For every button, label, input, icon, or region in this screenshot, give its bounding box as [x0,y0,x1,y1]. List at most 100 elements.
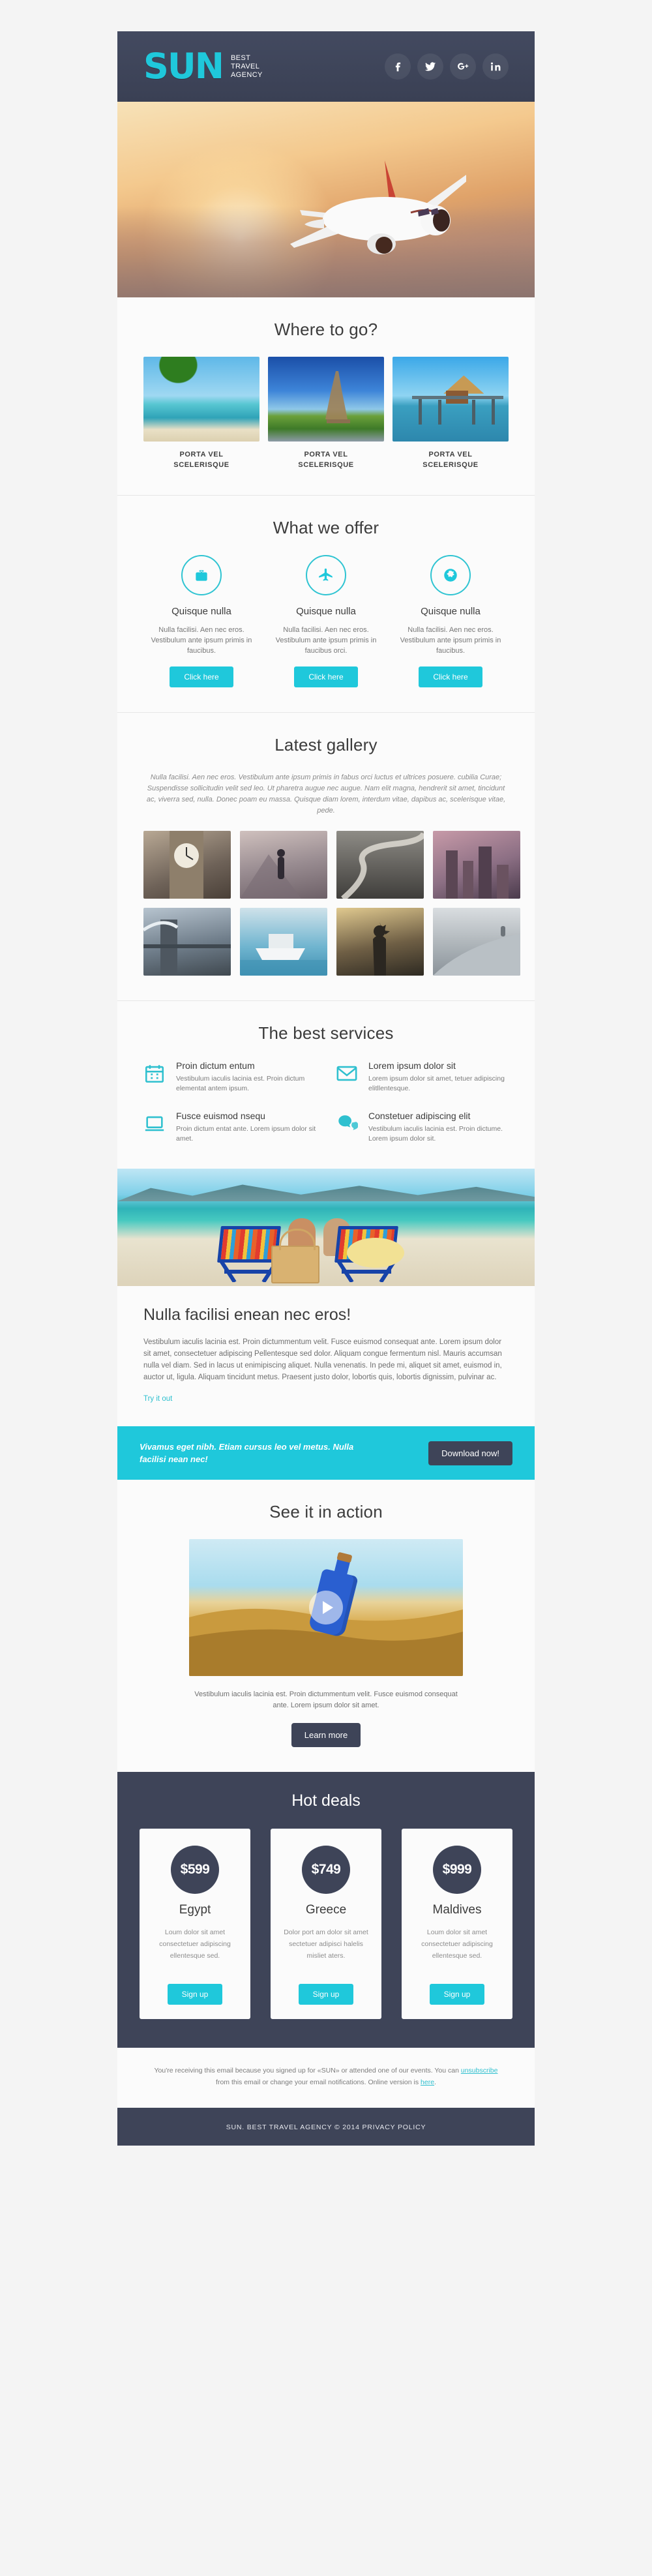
linkedin-icon[interactable] [482,53,509,80]
gallery-thumb-mountain-road[interactable] [336,831,424,899]
gallery-thumb-hiker[interactable] [240,831,327,899]
destination-card[interactable]: PORTA VEL SCELERISQUE [393,357,509,470]
deal-card: $599 Egypt Loum dolor sit amet consectet… [140,1829,250,2019]
globe-icon [430,555,471,595]
brand-logo[interactable]: SUN BEST TRAVEL AGENCY [143,49,263,84]
calendar-icon [143,1060,167,1094]
facebook-icon[interactable] [385,53,411,80]
video-wrapper: Vestibulum iaculis lacinia est. Proin di… [189,1539,463,1747]
try-it-out-link[interactable]: Try it out [143,1395,172,1403]
google-plus-icon[interactable] [450,53,476,80]
caption-line-1: PORTA VEL [428,451,473,458]
laptop-icon [143,1111,167,1144]
gallery-thumb-statue-of-liberty[interactable] [336,908,424,976]
tagline-line-2: TRAVEL [230,62,260,70]
latest-gallery-section: Latest gallery Nulla facilisi. Aen nec e… [117,712,535,1000]
email-body: SUN BEST TRAVEL AGENCY Where to go? PORT… [117,31,535,2146]
hero-image [117,102,535,297]
gallery-thumb-tower-bridge[interactable] [143,908,231,976]
logo-tagline: BEST TRAVEL AGENCY [231,54,263,80]
cta-banner: Vivamus eget nibh. Etiam cursus leo vel … [117,1426,535,1480]
service-text: Lorem ipsum dolor sit amet, tetuer adipi… [368,1075,505,1092]
destination-card[interactable]: PORTA VEL SCELERISQUE [143,357,259,470]
offer-click-here-button[interactable]: Click here [419,666,482,687]
best-services-section: The best services Proin dictum entum Ves… [117,1000,535,1169]
email-header: SUN BEST TRAVEL AGENCY [117,31,535,102]
gallery-thumb-snow-dune[interactable] [433,908,520,976]
deal-sign-up-button[interactable]: Sign up [429,1984,485,2005]
article-hero-image [117,1169,535,1286]
deal-country: Greece [305,1903,347,1917]
envelope-icon [336,1060,359,1094]
services-grid: Proin dictum entum Vestibulum iaculis la… [143,1060,509,1144]
see-it-in-action-section: See it in action Vestibulum iaculis laci… [117,1480,535,1772]
cta-text: Vivamus eget nibh. Etiam cursus leo vel … [140,1442,354,1464]
caption-line-1: PORTA VEL [179,451,224,458]
play-icon[interactable] [309,1591,343,1625]
article-body: Vestibulum iaculis lacinia est. Proin di… [143,1338,502,1381]
gallery-grid [143,831,520,976]
unsubscribe-link[interactable]: unsubscribe [461,2067,498,2074]
gallery-thumb-big-ben[interactable] [143,831,231,899]
service-heading: Constetuer adipiscing elit [368,1111,471,1121]
hot-deals-title: Hot deals [291,1791,361,1810]
legal-part-2: from this email or change your email not… [216,2078,421,2086]
offer-row: Quisque nulla Nulla facilisi. Aen nec er… [143,555,509,687]
deal-sign-up-button[interactable]: Sign up [167,1984,223,2005]
service-item: Lorem ipsum dolor sit Lorem ipsum dolor … [336,1060,509,1094]
copyright-bar: SUN. BEST TRAVEL AGENCY © 2014 PRIVACY P… [117,2108,535,2146]
offer-heading: Quisque nulla [421,606,481,617]
learn-more-button[interactable]: Learn more [291,1723,361,1747]
destination-card[interactable]: PORTA VEL SCELERISQUE [268,357,384,470]
service-heading: Proin dictum entum [176,1060,255,1071]
service-text: Proin dictum entat ante. Lorem ipsum dol… [176,1125,316,1143]
deal-sign-up-button[interactable]: Sign up [298,1984,354,2005]
deal-card: $749 Greece Dolor port am dolor sit amet… [271,1829,381,2019]
twitter-icon[interactable] [417,53,443,80]
online-version-link[interactable]: here [421,2078,434,2086]
caption-line-2: SCELERISQUE [298,461,354,469]
article-section: Nulla facilisi enean nec eros! Vestibulu… [117,1286,535,1426]
deal-card: $999 Maldives Loum dolor sit amet consec… [402,1829,512,2019]
service-item: Constetuer adipiscing elit Vestibulum ia… [336,1111,509,1144]
deal-country: Maldives [432,1903,482,1917]
article-title: Nulla facilisi enean nec eros! [143,1306,351,1324]
logo-text: SUN [143,46,224,87]
destination-caption: PORTA VEL SCELERISQUE [393,449,509,470]
mountain-silhouette [117,1184,535,1201]
service-text: Vestibulum iaculis lacinia est. Proin di… [176,1075,305,1092]
where-to-go-section: Where to go? PORTA VEL SCELERISQUE PORTA… [117,297,535,495]
offer-text: Nulla facilisi. Aen nec eros. Vestibulum… [151,626,252,655]
email-newsletter-page: SUN BEST TRAVEL AGENCY Where to go? PORT… [0,0,652,2576]
video-caption: Vestibulum iaculis lacinia est. Proin di… [194,1690,458,1709]
what-we-offer-title: What we offer [273,518,379,537]
deal-price: $999 [433,1846,481,1894]
straw-hat [347,1238,404,1268]
download-now-button[interactable]: Download now! [428,1441,512,1465]
service-item: Proin dictum entum Vestibulum iaculis la… [143,1060,316,1094]
beach-bag [271,1229,319,1283]
offer-item: Quisque nulla Nulla facilisi. Aen nec er… [393,555,509,687]
airplane-illustration [290,160,466,254]
gallery-title: Latest gallery [274,735,378,755]
deal-text: Loum dolor sit amet consectetuer adipisc… [159,1928,231,1960]
offer-item: Quisque nulla Nulla facilisi. Aen nec er… [268,555,384,687]
gallery-thumb-city-night[interactable] [433,831,520,899]
offer-heading: Quisque nulla [171,606,231,617]
destination-caption: PORTA VEL SCELERISQUE [143,449,259,470]
offer-click-here-button[interactable]: Click here [294,666,358,687]
offer-item: Quisque nulla Nulla facilisi. Aen nec er… [143,555,259,687]
tagline-line-1: BEST [230,53,251,62]
tagline-line-3: AGENCY [230,70,263,79]
destination-caption: PORTA VEL SCELERISQUE [268,449,384,470]
offer-heading: Quisque nulla [296,606,356,617]
destination-row: PORTA VEL SCELERISQUE PORTA VEL SCELERIS… [143,357,509,470]
deal-price: $749 [302,1846,350,1894]
deal-row: $599 Egypt Loum dolor sit amet consectet… [140,1829,512,2019]
gallery-thumb-yacht[interactable] [240,908,327,976]
legal-footer: You're receiving this email because you … [117,2048,535,2108]
service-item: Fusce euismod nsequ Proin dictum entat a… [143,1111,316,1144]
video-thumbnail[interactable] [189,1539,463,1676]
offer-click-here-button[interactable]: Click here [170,666,233,687]
social-links [385,53,509,80]
